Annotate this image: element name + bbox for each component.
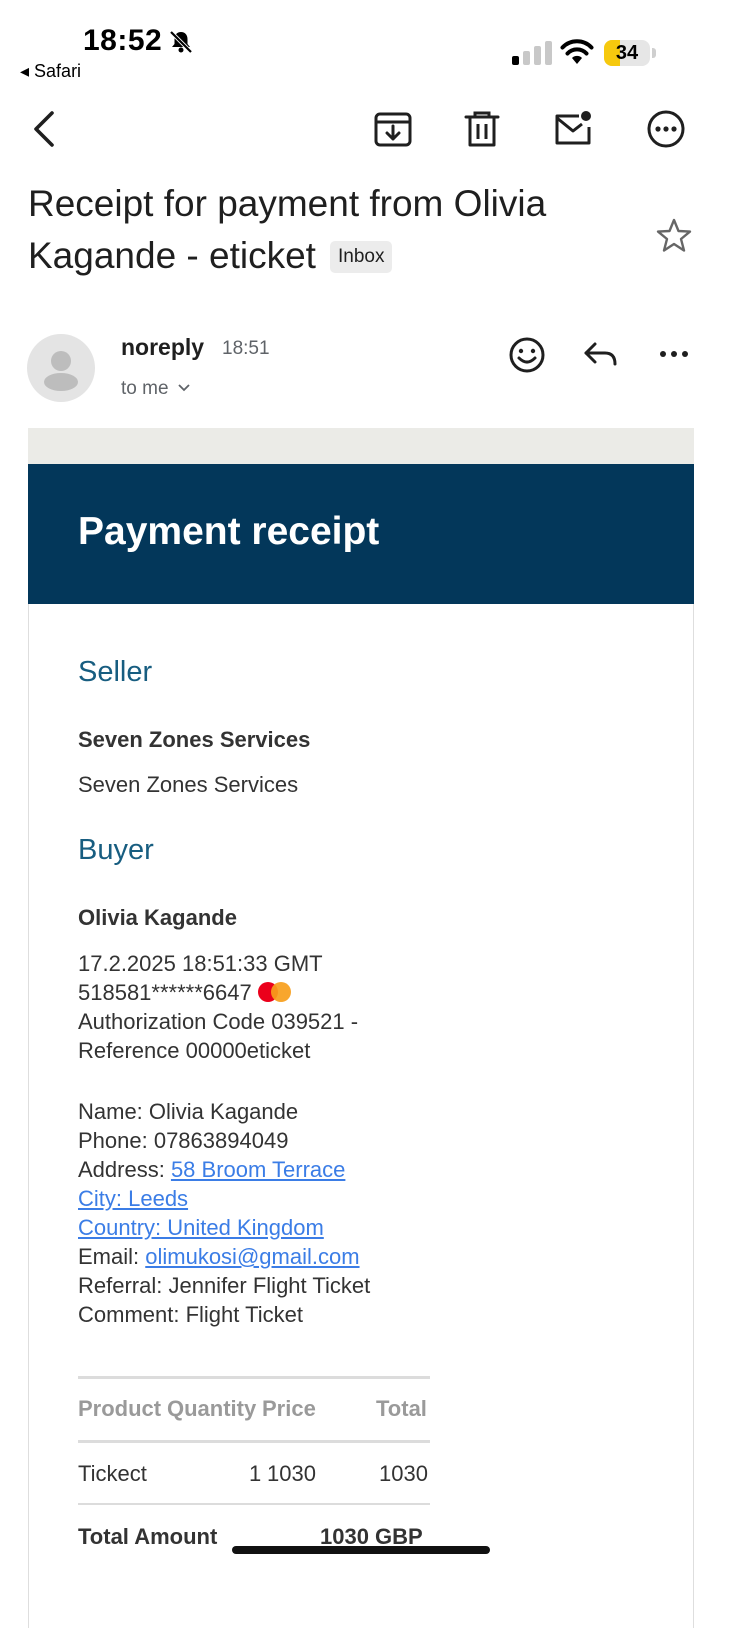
table-header-price: Price [262,1396,316,1421]
email-subject: Receipt for payment from Olivia Kagande … [28,178,638,282]
buyer-heading: Buyer [78,834,154,866]
card-number-line: 518581******6647 [78,978,358,1007]
email-subject-text: Receipt for payment from Olivia Kagande … [28,183,547,276]
table-rule-top [78,1376,430,1379]
recipient-text: to me [121,378,169,399]
reply-icon[interactable] [580,334,622,376]
buyer-name-line: Name: Olivia Kagande [78,1099,299,1124]
home-indicator[interactable] [232,1546,490,1554]
sent-time: 18:51 [222,338,270,359]
email-link[interactable]: olimukosi@gmail.com [145,1244,359,1269]
table-cell-price: 1030 [267,1461,316,1486]
status-time: 18:52 [83,24,163,57]
buyer-details: Name: Olivia Kagande Phone: 07863894049 … [78,1097,370,1329]
back-to-safari-link[interactable]: ◂ Safari [20,61,81,82]
city-link[interactable]: City: Leeds [78,1186,188,1211]
card-number: 518581******6647 [78,980,252,1005]
table-cell-total: 1030 [379,1461,428,1486]
sender-name[interactable]: noreply [121,334,204,361]
chevron-down-icon [178,376,190,398]
buyer-email-line: Email: olimukosi@gmail.com [78,1242,370,1271]
back-arrow-icon[interactable] [22,107,66,151]
battery-indicator: 34 [604,40,656,66]
silent-bell-icon [168,29,194,55]
receipt-title: Payment receipt [78,510,380,553]
table-header-total: Total [376,1396,427,1421]
country-link[interactable]: Country: United Kingdom [78,1215,324,1240]
total-amount-label: Total Amount [78,1524,218,1549]
more-options-icon[interactable] [644,107,688,151]
address-label: Address: [78,1157,171,1182]
reference-line: Reference 00000eticket [78,1038,311,1063]
email-label: Email: [78,1244,146,1269]
recipient-toggle[interactable]: to me [121,376,190,400]
mark-unread-icon[interactable] [551,107,595,151]
avatar[interactable] [27,334,95,402]
inbox-label-badge[interactable]: Inbox [329,241,393,273]
table-cell-product: Tickect [78,1461,147,1486]
authorization-line: Authorization Code 039521 - [78,1009,359,1034]
payment-datetime: 17.2.2025 18:51:33 GMT [78,951,323,976]
battery-level: 34 [615,42,639,64]
signal-icon [512,41,552,65]
table-cell-quantity: 1 [249,1461,262,1486]
mastercard-icon [257,980,292,1002]
payment-details: 17.2.2025 18:51:33 GMT 518581******6647 … [78,949,358,1065]
comment-line: Comment: Flight Ticket [78,1302,303,1327]
address-link[interactable]: 58 Broom Terrace [171,1157,345,1182]
buyer-address-line: Address: 58 Broom Terrace [78,1155,370,1184]
wifi-icon [560,38,594,66]
star-icon[interactable] [654,216,694,256]
table-rule-row [78,1503,430,1505]
emoji-reaction-icon[interactable] [506,334,548,376]
seller-heading: Seller [78,656,153,688]
table-header-quantity: Quantity [167,1396,257,1421]
table-rule-header [78,1440,430,1443]
referral-line: Referral: Jennifer Flight Ticket [78,1273,371,1298]
archive-icon[interactable] [371,107,415,151]
email-top-band [28,428,694,464]
delete-icon[interactable] [460,107,504,151]
seller-name-bold: Seven Zones Services [78,727,311,752]
seller-name: Seven Zones Services [78,772,299,797]
buyer-phone-line: Phone: 07863894049 [78,1128,289,1153]
table-header-product: Product [78,1396,162,1421]
buyer-name: Olivia Kagande [78,905,237,930]
message-more-icon[interactable] [654,334,696,376]
